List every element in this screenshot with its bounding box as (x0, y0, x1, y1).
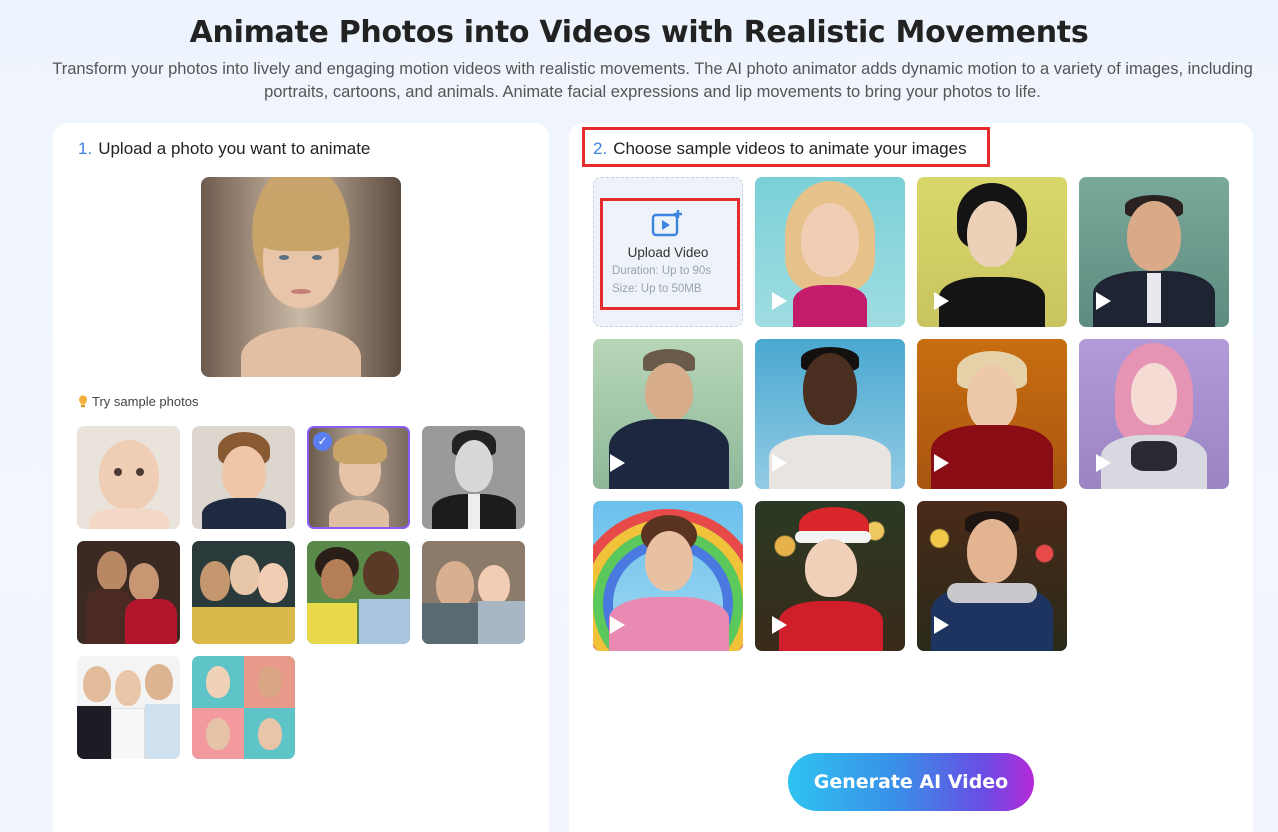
try-sample-photos: Try sample photos (78, 394, 198, 409)
step2-title: 2. Choose sample videos to animate your i… (593, 139, 967, 159)
page-title: Animate Photos into Videos with Realisti… (189, 15, 1089, 50)
sample-video-young-man[interactable] (755, 339, 905, 489)
generate-ai-video-button[interactable]: Generate AI Video (788, 753, 1034, 811)
step2-number: 2. (593, 139, 608, 158)
selected-check-icon: ✓ (313, 432, 332, 451)
upload-video-duration: Duration: Up to 90s (612, 265, 712, 277)
step1-number: 1. (78, 139, 93, 158)
play-icon (772, 616, 787, 634)
sample-video-old-man-cap[interactable] (593, 339, 743, 489)
upload-video-title: Upload Video (627, 245, 709, 260)
sample-video-santa-girl[interactable] (755, 501, 905, 651)
lightbulb-icon (79, 395, 87, 408)
step2-label: Choose sample videos to animate your ima… (613, 139, 967, 158)
play-icon (934, 292, 949, 310)
sample-photo-four-portraits[interactable] (192, 656, 295, 759)
play-icon (1096, 292, 1111, 310)
play-icon (610, 454, 625, 472)
video-upload-icon (651, 210, 682, 237)
sample-video-red-collar-woman[interactable] (917, 339, 1067, 489)
sample-photo-group-asian[interactable] (77, 656, 180, 759)
try-sample-label: Try sample photos (92, 394, 199, 409)
sample-video-android-girl[interactable] (1079, 339, 1229, 489)
sample-video-blonde-woman[interactable] (755, 177, 905, 327)
sample-photo-two-teens[interactable] (307, 541, 410, 644)
sample-photo-couple[interactable] (77, 541, 180, 644)
sample-video-rainbow-man[interactable] (593, 501, 743, 651)
sample-photo-boy[interactable] (192, 426, 295, 529)
page-subtitle: Transform your photos into lively and en… (52, 60, 1253, 101)
sample-photo-baby[interactable] (77, 426, 180, 529)
sample-video-winter-coat-man[interactable] (917, 501, 1067, 651)
sample-photo-woman-selected[interactable]: ✓ (307, 426, 410, 529)
sample-photo-grandpa-child[interactable] (422, 541, 525, 644)
play-icon (1096, 454, 1111, 472)
step1-label: Upload a photo you want to animate (98, 139, 371, 158)
sample-photo-three-women[interactable] (192, 541, 295, 644)
sample-photo-vintage-man[interactable] (422, 426, 525, 529)
play-icon (772, 292, 787, 310)
play-icon (610, 616, 625, 634)
upload-video-size: Size: Up to 50MB (612, 283, 702, 295)
sample-video-businessman[interactable] (1079, 177, 1229, 327)
play-icon (934, 616, 949, 634)
play-icon (772, 454, 787, 472)
step1-title: 1. Upload a photo you want to animate (78, 139, 370, 159)
play-icon (934, 454, 949, 472)
uploaded-photo-preview[interactable] (201, 177, 401, 377)
sample-video-asian-woman[interactable] (917, 177, 1067, 327)
